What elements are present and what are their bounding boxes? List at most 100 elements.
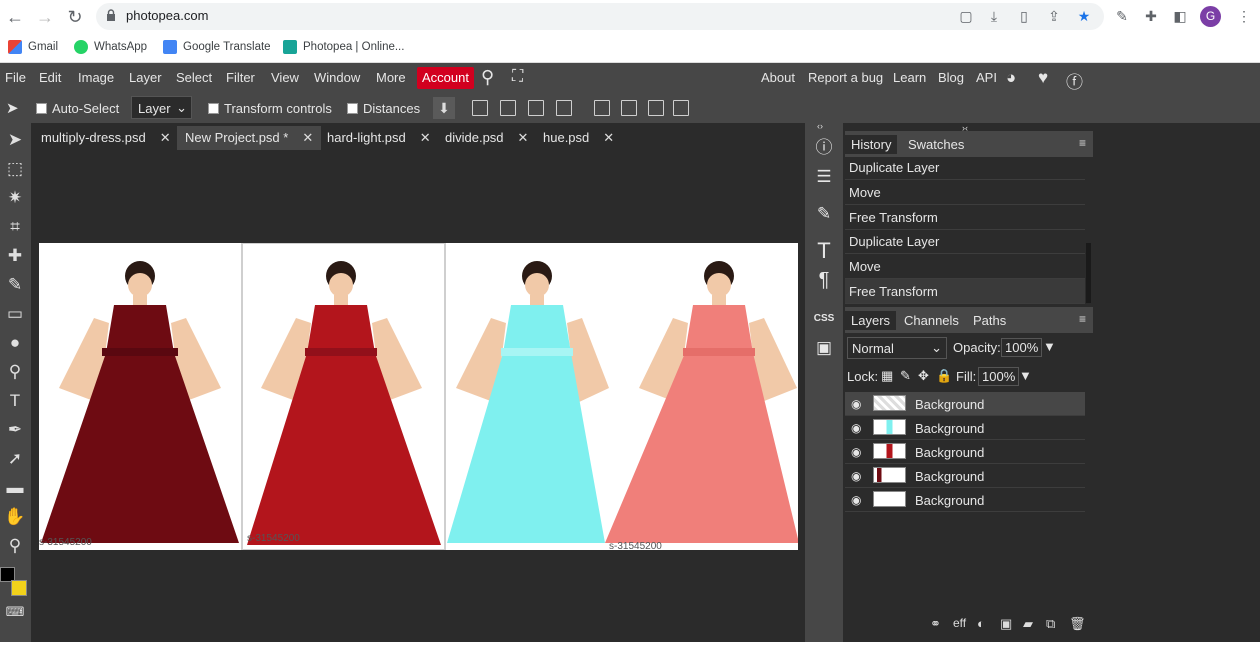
document-canvas[interactable]: s-31545200 s-31545200 s-31545200 (39, 243, 798, 550)
reload-icon[interactable]: ↻ (64, 6, 86, 28)
menu-api[interactable]: API (976, 70, 997, 85)
close-icon[interactable]: ✕ (420, 130, 431, 145)
facebook-icon[interactable]: ⓕ (1066, 68, 1083, 93)
back-icon[interactable]: ← (4, 6, 26, 28)
opacity-field[interactable]: 100% (1001, 338, 1043, 357)
layer-row[interactable]: ◉ Background (845, 464, 1085, 488)
forward-icon[interactable]: → (34, 6, 56, 28)
canvas-workspace[interactable]: s-31545200 s-31545200 s-31545200 (33, 152, 805, 642)
align-left-icon[interactable] (472, 100, 488, 116)
menu-edit[interactable]: Edit (39, 70, 61, 85)
menu-layer[interactable]: Layer (129, 70, 162, 85)
fullscreen-icon[interactable]: ⛶ (512, 68, 523, 86)
menu-image[interactable]: Image (78, 70, 114, 85)
layer-effects-icon[interactable]: eff (953, 616, 966, 630)
history-item-current[interactable]: Free Transform (845, 279, 1085, 304)
twitter-icon[interactable]: ♥ (1038, 68, 1048, 88)
blend-mode-select[interactable]: Normal ⌄ (847, 337, 947, 359)
distribute-v-icon[interactable] (673, 100, 689, 116)
paragraph-icon[interactable]: ¶ (813, 269, 835, 291)
collapse-arrows-icon[interactable]: ‹› (817, 121, 823, 131)
align-middle-icon[interactable] (621, 100, 637, 116)
layer-mask-icon[interactable]: ▣ (1000, 616, 1012, 632)
account-button[interactable]: Account (417, 67, 474, 89)
character-icon[interactable]: T (813, 240, 835, 262)
new-group-icon[interactable]: ▰ (1023, 616, 1033, 632)
layer-row[interactable]: ◉ Background (845, 440, 1085, 464)
tab-search-icon[interactable]: ▢ (958, 8, 974, 24)
path-select-icon[interactable]: ➚ (4, 448, 26, 470)
menu-more[interactable]: More (376, 70, 406, 85)
gradient-tool-icon[interactable]: ▭ (4, 303, 26, 325)
layer-row[interactable]: ◉ Background (845, 416, 1085, 440)
eye-icon[interactable]: ◉ (851, 469, 861, 483)
fill-field[interactable]: 100% (978, 367, 1020, 386)
css-icon[interactable]: CSS (813, 308, 835, 330)
magic-wand-icon[interactable]: ✷ (4, 187, 26, 209)
menu-select[interactable]: Select (176, 70, 212, 85)
lock-all-icon[interactable]: 🔒 (936, 368, 952, 384)
align-right-icon[interactable] (528, 100, 544, 116)
info-icon[interactable]: ⓘ (813, 137, 835, 159)
pen-tool-icon[interactable]: ✒ (4, 419, 26, 441)
scrollbar[interactable] (1086, 243, 1091, 303)
tab-layers[interactable]: Layers (845, 311, 897, 330)
tab-hard-light[interactable]: hard-light.psd ✕ (319, 126, 439, 150)
menu-report-bug[interactable]: Report a bug (808, 70, 883, 85)
fill-dropdown-icon[interactable]: ▼ (1019, 368, 1032, 383)
lock-pixels-icon[interactable]: ✎ (900, 368, 911, 384)
image-icon[interactable]: ▣ (813, 337, 835, 359)
share-icon[interactable]: ⇪ (1046, 8, 1062, 24)
tab-new-project[interactable]: New Project.psd * ✕ (177, 126, 322, 150)
layer-row[interactable]: ◉ Background (845, 488, 1085, 512)
transform-controls-checkbox[interactable]: Transform controls (208, 101, 332, 116)
panel-menu-icon[interactable]: ≡ (1079, 312, 1086, 326)
layer-select-dropdown[interactable]: Layer ⌄ (131, 96, 192, 119)
shape-tool-icon[interactable]: ▬ (4, 477, 26, 499)
opacity-dropdown-icon[interactable]: ▼ (1043, 339, 1056, 354)
distances-checkbox[interactable]: Distances (347, 101, 420, 116)
tab-channels[interactable]: Channels (898, 311, 965, 330)
collapse-arrows-icon[interactable]: ›‹ (962, 123, 968, 133)
menu-learn[interactable]: Learn (893, 70, 926, 85)
menu-about[interactable]: About (761, 70, 795, 85)
close-icon[interactable]: ✕ (518, 130, 529, 145)
type-tool-icon[interactable]: T (4, 390, 26, 412)
eye-icon[interactable]: ◉ (851, 445, 861, 459)
align-bottom-icon[interactable] (648, 100, 664, 116)
bookmark-whatsapp[interactable]: WhatsApp (74, 40, 147, 54)
marquee-tool-icon[interactable]: ⬚ (4, 158, 26, 180)
page-icon[interactable]: ▯ (1016, 8, 1032, 24)
address-bar[interactable]: photopea.com (96, 3, 1104, 30)
dodge-tool-icon[interactable]: ⚲ (4, 361, 26, 383)
menu-window[interactable]: Window (314, 70, 360, 85)
bookmark-photopea[interactable]: Photopea | Online... (283, 40, 404, 54)
hand-tool-icon[interactable]: ✋ (4, 506, 26, 528)
align-top-icon[interactable] (594, 100, 610, 116)
menu-file[interactable]: File (5, 70, 26, 85)
history-item[interactable]: Duplicate Layer (845, 229, 1085, 254)
tab-swatches[interactable]: Swatches (902, 135, 970, 154)
adjustments-icon[interactable]: ☰ (813, 166, 835, 188)
side-panel-icon[interactable]: ◧ (1172, 8, 1188, 24)
auto-select-checkbox[interactable]: Auto-Select (36, 101, 119, 116)
lock-transparency-icon[interactable]: ▦ (881, 368, 893, 384)
download-arrow-icon[interactable]: ⬇ (433, 97, 455, 119)
tab-paths[interactable]: Paths (967, 311, 1012, 330)
bookmark-gmail[interactable]: Gmail (8, 40, 58, 54)
distribute-h-icon[interactable] (556, 100, 572, 116)
brush-tool-icon[interactable]: ✎ (4, 274, 26, 296)
eyedropper-icon[interactable]: ✎ (1114, 8, 1130, 24)
panel-menu-icon[interactable]: ≡ (1079, 136, 1086, 150)
tab-multiply-dress[interactable]: multiply-dress.psd ✕ (33, 126, 179, 150)
search-icon[interactable]: ⚲ (481, 67, 494, 88)
browser-menu-icon[interactable]: ⋮ (1236, 8, 1252, 24)
adjustment-layer-icon[interactable]: ◐ (977, 616, 985, 631)
close-icon[interactable]: ✕ (160, 130, 171, 145)
link-layers-icon[interactable]: ⚭ (930, 616, 941, 632)
reddit-icon[interactable]: ◕ (1006, 68, 1016, 88)
keyboard-icon[interactable]: ⌨ (4, 601, 26, 623)
bookmark-star-icon[interactable]: ★ (1076, 8, 1092, 24)
extensions-icon[interactable]: ✚ (1143, 8, 1159, 24)
menu-filter[interactable]: Filter (226, 70, 255, 85)
